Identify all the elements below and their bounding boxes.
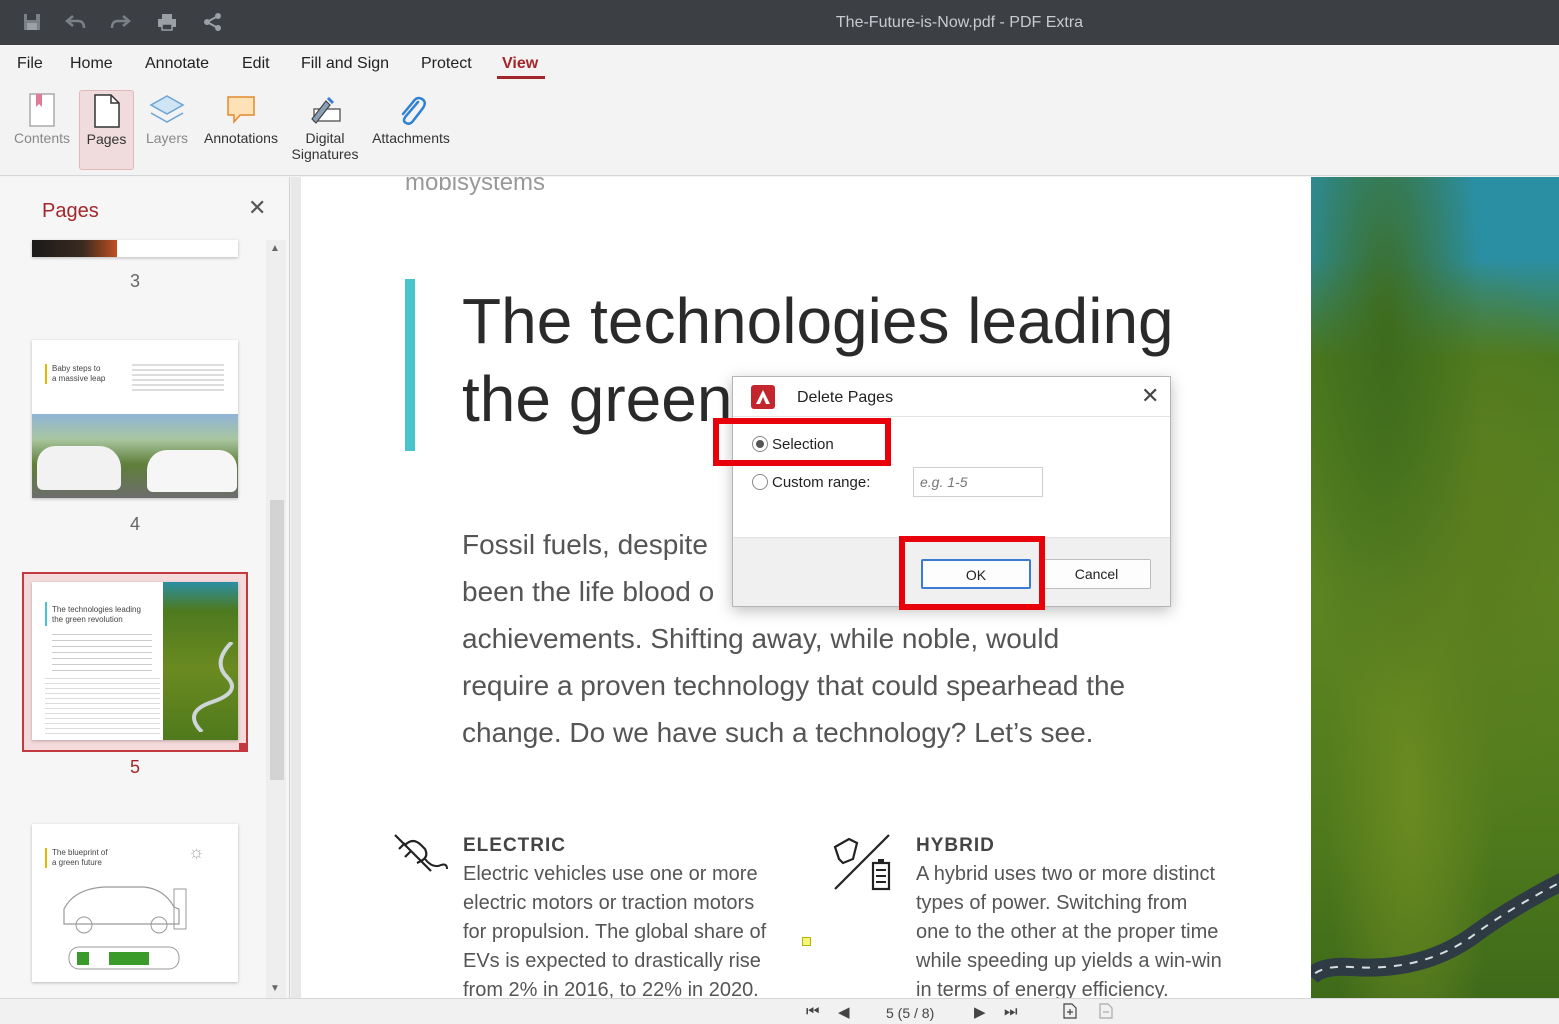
page-thumbnail-5[interactable]: The technologies leading the green revol… [32, 582, 238, 740]
thumb-heading-line2: the green revolution [52, 615, 123, 624]
feature-line: in terms of energy efficiency. [916, 979, 1169, 998]
custom-range-input[interactable] [913, 467, 1043, 497]
electric-plug-icon [391, 829, 449, 880]
contents-button[interactable]: Contents [8, 90, 76, 170]
feature-line: EVs is expected to drastically rise [463, 950, 761, 972]
electric-feature: ELECTRIC Electric vehicles use one or mo… [463, 831, 783, 998]
ribbon: Contents Pages Layers Annotations Digita… [0, 83, 1559, 176]
previous-page-icon[interactable]: ◀ [838, 1003, 850, 1021]
digital-label-line2: Signatures [291, 146, 359, 162]
selection-corner-handle[interactable] [239, 743, 248, 752]
thumb-heading-line1: Baby steps to [52, 364, 101, 373]
first-page-icon[interactable]: ⏮ [806, 1003, 820, 1020]
brand-logo-text: mobisystems [405, 177, 546, 196]
contents-label: Contents [13, 130, 71, 146]
close-icon[interactable]: ✕ [248, 195, 266, 221]
bookmark-icon [8, 90, 76, 130]
layers-label: Layers [145, 130, 189, 146]
body-line: change. Do we have such a technology? Le… [462, 717, 1094, 748]
headline-line1: The technologies leading [462, 285, 1174, 357]
thumb-heading-line1: The technologies leading [52, 605, 141, 614]
sun-icon: ☼ [188, 842, 205, 862]
hybrid-title: HYBRID [916, 835, 995, 856]
dialog-header: Delete Pages ✕ [733, 377, 1170, 417]
title-bar: The-Future-is-Now.pdf - PDF Extra [0, 0, 1559, 45]
extract-page-icon[interactable] [1099, 1003, 1113, 1023]
thumb-heading-line2: a green future [52, 858, 102, 867]
page-number-3: 3 [129, 271, 140, 291]
panel-scrollbar-thumb[interactable] [270, 500, 284, 780]
paperclip-icon [368, 90, 454, 130]
page-thumbnail-4[interactable]: Baby steps to a massive leap [32, 340, 238, 498]
hybrid-fuel-battery-icon [831, 833, 895, 896]
highlight-ok-button [899, 536, 1045, 610]
thumb-heading-line2: a massive leap [52, 374, 106, 383]
comment-icon [200, 90, 282, 130]
menu-bar: File Home Annotate Edit Fill and Sign Pr… [0, 45, 1559, 83]
next-page-icon[interactable]: ▶ [974, 1003, 986, 1021]
annotations-label: Annotations [204, 130, 278, 146]
page-number-4: 4 [129, 514, 140, 534]
pdf-extra-logo-icon [751, 385, 775, 409]
hybrid-feature: HYBRID A hybrid uses two or more distinc… [916, 831, 1236, 998]
menu-fill-and-sign[interactable]: Fill and Sign [301, 55, 389, 73]
headline-accent-bar [405, 279, 415, 451]
body-line: require a proven technology that could s… [462, 670, 1126, 701]
cancel-button[interactable]: Cancel [1042, 559, 1151, 589]
menu-edit[interactable]: Edit [242, 55, 270, 73]
digital-label-line1: Digital [305, 130, 345, 146]
insert-page-icon[interactable] [1063, 1003, 1077, 1023]
panel-title: Pages [42, 200, 99, 222]
status-bar: ⏮ ◀ 5 (5 / 8) ▶ ⏭ [0, 998, 1559, 1024]
menu-annotate[interactable]: Annotate [145, 55, 209, 73]
close-icon[interactable]: ✕ [1141, 383, 1159, 409]
attachments-button[interactable]: Attachments [368, 90, 454, 170]
feature-line: A hybrid uses two or more distinct [916, 863, 1216, 885]
menu-protect[interactable]: Protect [421, 55, 472, 73]
annotation-marker[interactable] [802, 937, 811, 946]
feature-line: electric motors or traction motors [463, 892, 755, 914]
annotations-button[interactable]: Annotations [200, 90, 282, 170]
menu-home[interactable]: Home [70, 55, 113, 73]
scroll-up-icon[interactable]: ▲ [270, 243, 280, 254]
feature-line: while speeding up yields a win-win [916, 950, 1222, 972]
page-indicator[interactable]: 5 (5 / 8) [886, 1005, 934, 1021]
winding-road-graphic [1311, 872, 1559, 984]
layers-button[interactable]: Layers [140, 90, 194, 170]
digital-signatures-button[interactable]: Digital Signatures [288, 90, 362, 170]
custom-range-label[interactable]: Custom range: [772, 474, 870, 491]
electric-title: ELECTRIC [463, 835, 566, 856]
pages-button[interactable]: Pages [79, 90, 134, 170]
page-icon [80, 91, 133, 131]
layers-icon [140, 90, 194, 130]
feature-line: Electric vehicles use one or more [463, 863, 758, 885]
feature-line: one to the other at the proper time [916, 921, 1219, 943]
custom-range-radio[interactable] [752, 474, 768, 490]
page-thumbnail-3[interactable] [32, 240, 238, 257]
highlight-selection-option [713, 418, 891, 466]
feature-line: types of power. Switching from [916, 892, 1188, 914]
scroll-down-icon[interactable]: ▼ [270, 983, 280, 994]
window-title: The-Future-is-Now.pdf - PDF Extra [835, 14, 1084, 31]
menu-file[interactable]: File [17, 55, 43, 73]
body-line: achievements. Shifting away, while noble… [462, 623, 1060, 654]
menu-view[interactable]: View [502, 55, 538, 73]
feature-line: from 2% in 2016, to 22% in 2020. [463, 979, 759, 998]
aerial-forest-photo [1311, 177, 1559, 998]
thumb-heading-line1: The blueprint of [52, 848, 108, 857]
last-page-icon[interactable]: ⏭ [1004, 1003, 1018, 1020]
feature-line: for propulsion. The global share of [463, 921, 767, 943]
page-number-5: 5 [129, 757, 140, 777]
active-tab-indicator [497, 76, 545, 79]
pages-panel: Pages ✕ 3 Baby steps to a massive leap 4… [0, 177, 290, 998]
page-thumbnail-6[interactable]: The blueprint of a green future ☼ [32, 824, 238, 982]
attachments-label: Attachments [372, 130, 450, 146]
dialog-title: Delete Pages [797, 389, 894, 406]
pages-label: Pages [86, 131, 127, 147]
signature-pen-icon [288, 90, 362, 130]
